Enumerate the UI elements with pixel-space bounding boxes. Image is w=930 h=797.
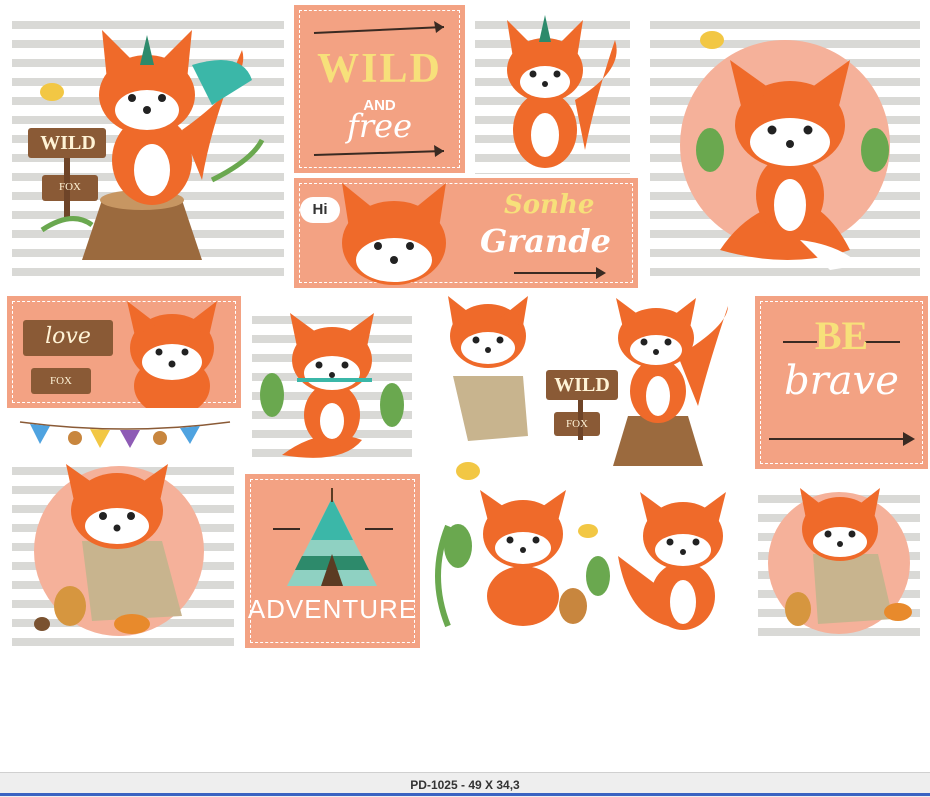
free-title: free bbox=[346, 107, 412, 145]
panel-wild-and-free: WILD AND free bbox=[294, 5, 465, 173]
panel-be-brave: BE brave bbox=[755, 296, 928, 469]
bunting-decoration bbox=[19, 421, 231, 448]
panel-adventure: ADVENTURE bbox=[245, 474, 420, 648]
panel-love-fox: love FOX bbox=[7, 296, 241, 408]
panel-fox-feathers bbox=[475, 10, 630, 174]
fox-boot-illustration bbox=[34, 464, 182, 634]
wild-title: WILD bbox=[317, 46, 442, 92]
fox-with-arrows-illustration bbox=[507, 15, 617, 168]
panel-fox-boot bbox=[12, 456, 234, 650]
fox-boot-right-illustration bbox=[785, 488, 912, 626]
panel-fox-boot-right bbox=[758, 484, 920, 644]
adventure-title: ADVENTURE bbox=[247, 594, 418, 624]
hi-speech-bubble: Hi bbox=[300, 197, 340, 223]
grande-title: Grande bbox=[480, 222, 611, 260]
brave-title: brave bbox=[784, 358, 899, 404]
cutout-foxes-illustration bbox=[435, 296, 728, 630]
wild-sign-label: WILD bbox=[40, 132, 96, 154]
wild-sign-label: WILD bbox=[554, 374, 610, 396]
fox-sign-label: FOX bbox=[49, 375, 72, 387]
be-title: BE bbox=[814, 313, 869, 358]
panel-sonhe-grande: Hi Sonhe Grande bbox=[294, 178, 638, 288]
fox-sign-label: FOX bbox=[565, 418, 588, 430]
panel-fox-circle bbox=[650, 10, 920, 284]
sticker-sheet: WILD FOX WILD AND free Hi Sonhe Grande l… bbox=[0, 0, 930, 654]
fox-in-circle-illustration bbox=[696, 31, 889, 270]
panel-fox-stump: WILD FOX bbox=[12, 10, 284, 284]
fox-sign-label: FOX bbox=[58, 181, 81, 193]
panel-fox-leaves bbox=[252, 305, 412, 465]
sonhe-title: Sonhe bbox=[504, 190, 595, 220]
love-sign-label: love bbox=[45, 324, 91, 349]
panel-cutout-stickers: WILD FOX bbox=[428, 296, 748, 644]
fox-love-illustration bbox=[23, 301, 217, 408]
fox-with-leaves-illustration bbox=[260, 313, 404, 458]
